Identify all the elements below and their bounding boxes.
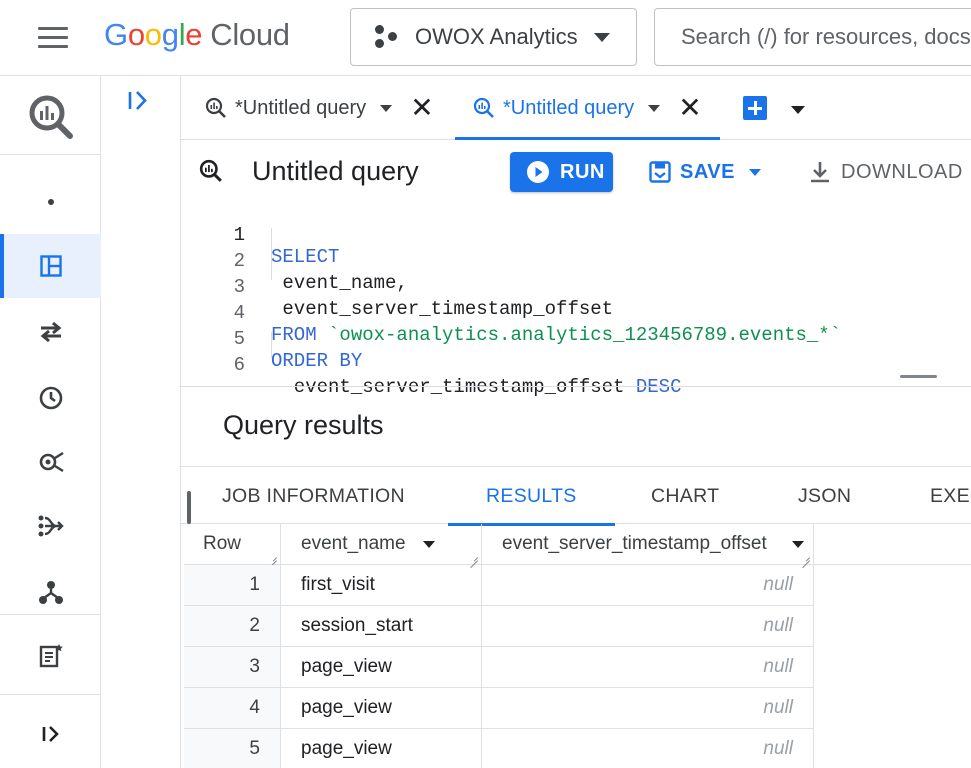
bigquery-logo-icon[interactable]: [0, 82, 101, 152]
editor-resize-handle[interactable]: [900, 375, 937, 378]
sql-editor[interactable]: 1 SELECT 2 event_name, 3 event_server_ti…: [181, 202, 971, 398]
cell-event-name[interactable]: first_visit: [281, 565, 482, 606]
code-line: 1 SELECT: [181, 202, 971, 268]
project-icon: [373, 25, 401, 49]
tab-label: *Untitled query: [503, 96, 635, 119]
dataform-icon[interactable]: [0, 494, 101, 558]
sort-menu-icon[interactable]: [792, 541, 804, 548]
download-label: DOWNLOAD: [841, 160, 963, 183]
code-line: 4 FROM `owox-analytics.analytics_1234567…: [181, 280, 971, 346]
cell-offset[interactable]: null: [482, 688, 814, 729]
dot-icon[interactable]: [0, 170, 101, 234]
top-bar: Google Cloud OWOX Analytics: [0, 0, 971, 76]
main-menu-icon[interactable]: [34, 22, 74, 54]
chevron-down-icon[interactable]: [648, 104, 661, 112]
tab-chart[interactable]: CHART: [651, 467, 719, 525]
run-label: RUN: [560, 160, 605, 183]
download-button[interactable]: DOWNLOAD: [809, 152, 963, 192]
dashboard-icon[interactable]: [0, 234, 101, 298]
tab-label: *Untitled query: [235, 96, 367, 119]
logo-cloud: Cloud: [210, 17, 290, 52]
column-header-row[interactable]: Row: [184, 524, 281, 565]
column-header-event-name[interactable]: event_name: [281, 524, 482, 565]
cell-offset[interactable]: null: [482, 565, 814, 606]
expand-explorer-icon[interactable]: [125, 88, 155, 118]
cell-event-name[interactable]: page_view: [281, 688, 482, 729]
header-label: event_name: [301, 533, 406, 554]
close-icon[interactable]: ✕: [678, 94, 701, 122]
code-line: 5 ORDER BY: [181, 306, 971, 372]
chevron-down-icon[interactable]: [748, 168, 761, 176]
tabs-scroll-indicator[interactable]: [187, 491, 191, 524]
cell-offset[interactable]: null: [482, 606, 814, 647]
cell-event-name[interactable]: session_start: [281, 606, 482, 647]
project-picker[interactable]: OWOX Analytics: [350, 8, 637, 66]
save-label: SAVE: [680, 160, 735, 183]
resize-grip-icon[interactable]: [269, 553, 277, 561]
column-header-event-server-timestamp-offset[interactable]: event_server_timestamp_offset: [482, 524, 814, 565]
header-filler: [814, 524, 971, 565]
run-button[interactable]: RUN: [510, 152, 613, 192]
row-number: 5: [184, 729, 281, 768]
code-line: 3 event_server_timestamp_offset: [181, 254, 971, 320]
notes-icon[interactable]: [0, 624, 101, 688]
divider: [181, 386, 971, 387]
close-icon[interactable]: ✕: [410, 94, 433, 122]
google-cloud-logo[interactable]: Google Cloud: [104, 17, 290, 53]
line-number: 6: [233, 354, 245, 376]
scheduled-queries-icon[interactable]: [0, 366, 101, 430]
tab-untitled-query-2[interactable]: *Untitled query ✕: [455, 76, 720, 140]
explorer-panel-collapsed: [101, 76, 181, 768]
row-number: 1: [184, 565, 281, 606]
query-icon: [205, 97, 226, 118]
chevron-down-icon[interactable]: [380, 104, 393, 112]
sort-menu-icon[interactable]: [423, 541, 435, 548]
product-nav-rail: [0, 76, 101, 768]
chevron-down-icon: [593, 32, 610, 42]
tab-job-information[interactable]: JOB INFORMATION: [222, 467, 405, 525]
save-button[interactable]: SAVE: [649, 152, 761, 192]
cell-offset[interactable]: null: [482, 647, 814, 688]
save-icon: [649, 161, 671, 183]
search-input[interactable]: [681, 9, 971, 65]
new-tab-menu-icon[interactable]: [791, 106, 805, 114]
cell-offset[interactable]: null: [482, 729, 814, 768]
code-line: 2 event_name,: [181, 228, 971, 294]
row-number: 2: [184, 606, 281, 647]
logo-google: Google: [104, 17, 203, 52]
editor-toolbar: Untitled query RUN SAVE DOWNLOAD: [181, 140, 971, 202]
resize-grip-icon[interactable]: [802, 553, 810, 561]
analytics-hub-icon[interactable]: [0, 430, 101, 494]
cell-event-name[interactable]: page_view: [281, 729, 482, 768]
tab-json[interactable]: JSON: [798, 467, 851, 525]
code-text-order: event_server_timestamp_offset DESC: [271, 376, 682, 398]
row-number: 3: [184, 647, 281, 688]
query-title[interactable]: Untitled query: [252, 156, 419, 187]
search-box[interactable]: [654, 8, 971, 66]
header-label: event_server_timestamp_offset: [502, 533, 767, 554]
results-tabs: JOB INFORMATION RESULTS CHART JSON EXECU…: [181, 466, 971, 526]
tab-results[interactable]: RESULTS: [448, 467, 615, 526]
header-label: Row: [203, 533, 242, 554]
editor-tabs-bar: *Untitled query ✕ *Untitled query ✕: [181, 76, 971, 140]
query-icon: [199, 159, 222, 182]
new-query-tab-button[interactable]: [743, 96, 767, 120]
transfers-icon[interactable]: [0, 300, 101, 364]
project-name: OWOX Analytics: [415, 24, 578, 49]
tab-untitled-query-1[interactable]: *Untitled query ✕: [205, 76, 447, 140]
download-icon: [811, 162, 829, 183]
cell-event-name[interactable]: page_view: [281, 647, 482, 688]
row-number: 4: [184, 688, 281, 729]
results-title: Query results: [223, 410, 384, 440]
code-line: 6 event_server_timestamp_offset DESC: [181, 332, 971, 398]
expand-icon[interactable]: [0, 702, 101, 766]
tab-execution-details[interactable]: EXECUTION DETAILS: [930, 467, 971, 525]
query-icon: [473, 97, 494, 118]
play-icon: [527, 161, 549, 183]
resize-grip-icon[interactable]: [470, 553, 478, 561]
